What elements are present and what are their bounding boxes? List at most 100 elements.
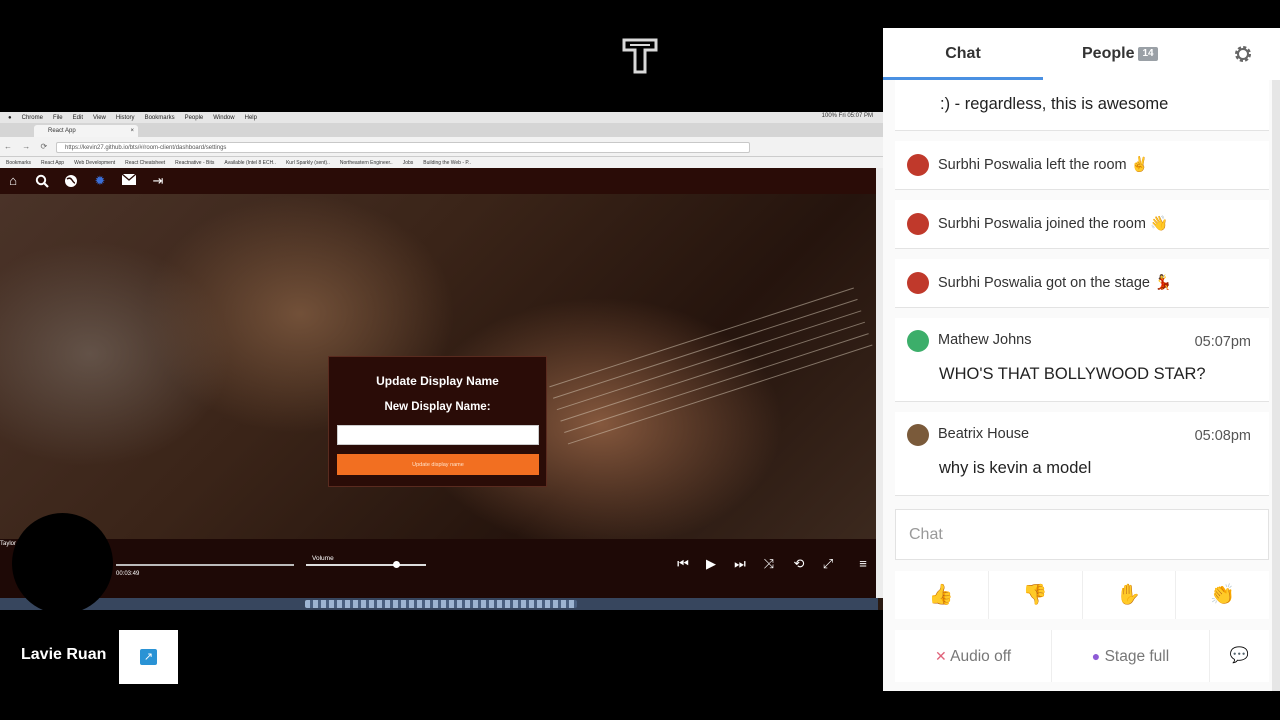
mac-status: 100% Fri 05:07 PM: [821, 113, 873, 119]
popout-button[interactable]: ↗: [119, 630, 178, 684]
thumbs-down-icon[interactable]: 👎: [989, 571, 1083, 619]
home-icon[interactable]: ⌂: [6, 174, 20, 188]
next-icon[interactable]: ⏭: [732, 557, 748, 571]
browser-tab[interactable]: React App ×: [34, 125, 138, 137]
browser-nav-icons[interactable]: ← → ⟳: [4, 142, 51, 151]
menu-item[interactable]: History: [116, 115, 135, 121]
app-root: ● Chrome File Edit View History Bookmark…: [0, 0, 1280, 720]
message-time: 05:07pm: [1194, 334, 1251, 350]
shuffle-icon[interactable]: ⤨: [761, 557, 777, 571]
bookmark-item[interactable]: React App: [41, 160, 64, 166]
audio-off-button[interactable]: ✕ Audio off: [895, 630, 1052, 682]
menu-item[interactable]: Help: [245, 115, 257, 121]
volume-slider[interactable]: [306, 564, 426, 566]
music-player: Taylor 00:03:49 Volume ⏮ ▶ ⏭ ⤨ ⟲ ⤢ ≡: [0, 539, 878, 598]
emoji-icon: ✌: [1130, 157, 1149, 173]
dialog-label: New Display Name:: [384, 401, 491, 413]
system-text: Surbhi Poswalia joined the room 👋: [938, 215, 1168, 232]
message-text: WHO'S THAT BOLLYWOOD STAR?: [939, 365, 1206, 383]
stage-controls: ✕ Audio off ● Stage full 💬: [895, 630, 1269, 682]
bookmarks-bar: Bookmarks React App Web Development Reac…: [0, 157, 883, 168]
guitar-strings: [549, 287, 883, 500]
logout-icon[interactable]: ⇥: [151, 174, 165, 188]
chat-message: Beatrix House 05:08pm why is kevin a mod…: [895, 412, 1269, 496]
sender-name[interactable]: Beatrix House: [938, 426, 1029, 442]
presenter-name: Lavie Ruan: [21, 646, 107, 663]
bookmark-item[interactable]: Northeastern Engineer..: [340, 160, 393, 166]
t-logo-icon[interactable]: [622, 38, 658, 74]
previous-icon[interactable]: ⏮: [675, 557, 691, 571]
bookmark-item[interactable]: React Cheatsheet: [125, 160, 165, 166]
globe-icon[interactable]: [64, 174, 78, 188]
menu-item[interactable]: Edit: [73, 115, 83, 121]
chat-input[interactable]: Chat: [895, 509, 1269, 560]
bookmark-item[interactable]: Jobs: [403, 160, 414, 166]
screen-scrollbar: [876, 168, 883, 598]
volume-knob[interactable]: [393, 561, 400, 568]
system-text-body: Surbhi Poswalia joined the room: [938, 216, 1146, 232]
mac-menubar: ● Chrome File Edit View History Bookmark…: [0, 112, 883, 123]
tab-people-label: People: [1082, 45, 1135, 62]
browser-toolbar: ← → ⟳ https://kevin27.github.io/bts/#/ro…: [0, 137, 883, 157]
menu-item[interactable]: File: [53, 115, 63, 121]
system-text: Surbhi Poswalia left the room ✌: [938, 156, 1149, 173]
bookmark-item[interactable]: Kurl Sparkly (sent)..: [286, 160, 330, 166]
app-navbar: ⌂ ✹ ⇥: [0, 168, 878, 194]
repeat-icon[interactable]: ⟲: [791, 557, 807, 571]
shared-screen: ● Chrome File Edit View History Bookmark…: [0, 112, 883, 610]
avatar: [907, 330, 929, 352]
close-icon[interactable]: ×: [130, 125, 134, 137]
chat-bubble-icon[interactable]: 💬: [1210, 630, 1269, 682]
bookmark-item[interactable]: Reactnative - Bits: [175, 160, 214, 166]
dock-icons[interactable]: [305, 600, 577, 608]
browser-tab-title: React App: [48, 128, 76, 134]
popout-icon: ↗: [140, 649, 157, 665]
fullscreen-icon[interactable]: ⤢: [820, 557, 836, 571]
emoji-icon: 💃: [1154, 275, 1173, 291]
mail-icon[interactable]: [121, 173, 137, 188]
play-icon[interactable]: ▶: [703, 557, 719, 571]
chat-panel: Chat People 14 :) - regardless, this is a…: [883, 28, 1280, 691]
menu-item[interactable]: People: [185, 115, 204, 121]
thumbs-up-icon[interactable]: 👍: [895, 571, 989, 619]
bookmark-item[interactable]: Bookmarks: [6, 160, 31, 166]
sender-name[interactable]: Mathew Johns: [938, 332, 1032, 348]
menu-icon[interactable]: ≡: [855, 557, 871, 571]
audio-label: Audio off: [950, 648, 1012, 665]
settings-icon[interactable]: ✹: [93, 174, 107, 188]
system-text-body: Surbhi Poswalia left the room: [938, 157, 1127, 173]
bookmark-item[interactable]: Available (Intel 8 ECH..: [224, 160, 276, 166]
avatar: [907, 272, 929, 294]
volume-label: Volume: [312, 555, 334, 562]
clap-icon[interactable]: 👏: [1176, 571, 1269, 619]
menu-item[interactable]: View: [93, 115, 106, 121]
progress-bar[interactable]: [116, 564, 294, 566]
system-message: Surbhi Poswalia joined the room 👋: [895, 200, 1269, 249]
stage-full-button[interactable]: ● Stage full: [1052, 630, 1210, 682]
menu-item[interactable]: Window: [213, 115, 234, 121]
panel-scrollbar[interactable]: [1272, 80, 1280, 691]
apple-icon[interactable]: ●: [8, 115, 12, 121]
update-name-button[interactable]: Update display name: [337, 454, 539, 475]
stage-label: Stage full: [1104, 648, 1170, 665]
tab-chat[interactable]: Chat: [883, 28, 1043, 80]
elapsed-time: 00:03:49: [116, 571, 140, 577]
mac-dock: [0, 598, 878, 610]
gear-icon[interactable]: [1233, 44, 1253, 64]
system-text: Surbhi Poswalia got on the stage 💃: [938, 274, 1172, 291]
bookmark-item[interactable]: Building the Web - P..: [423, 160, 471, 166]
search-icon[interactable]: [35, 174, 49, 188]
raise-hand-icon[interactable]: ✋: [1083, 571, 1177, 619]
browser-tabstrip: React App ×: [0, 123, 883, 137]
tab-people[interactable]: People 14: [1082, 28, 1158, 80]
message-time: 05:08pm: [1194, 428, 1251, 444]
system-message: Surbhi Poswalia got on the stage 💃: [895, 259, 1269, 308]
track-owner: Taylor: [0, 541, 17, 547]
display-name-input[interactable]: [337, 425, 539, 445]
menu-item[interactable]: Chrome: [22, 115, 43, 121]
menu-item[interactable]: Bookmarks: [145, 115, 175, 121]
bookmark-item[interactable]: Web Development: [74, 160, 115, 166]
system-text-body: Surbhi Poswalia got on the stage: [938, 275, 1150, 291]
chat-message: :) - regardless, this is awesome: [895, 80, 1269, 131]
address-bar[interactable]: https://kevin27.github.io/bts/#/room-cli…: [56, 142, 750, 153]
